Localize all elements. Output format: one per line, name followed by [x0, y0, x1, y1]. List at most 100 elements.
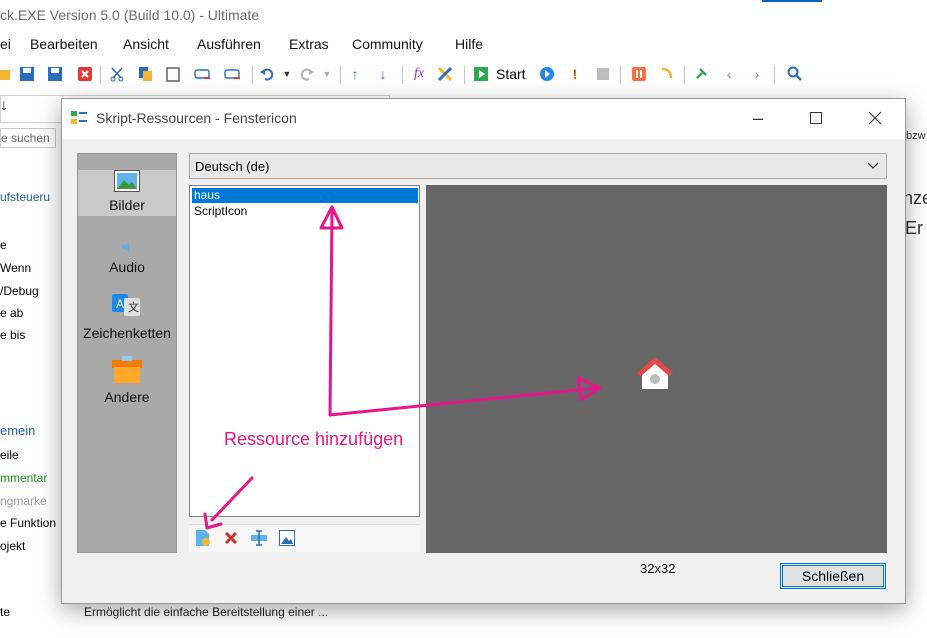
close-icon[interactable]: [860, 107, 890, 129]
translate-icon: A文: [112, 294, 142, 323]
right-fragment: bzw: [906, 130, 926, 142]
language-value: Deutsch (de): [195, 159, 270, 174]
box-icon: [112, 356, 142, 387]
save-icon[interactable]: [18, 65, 36, 83]
search-input[interactable]: e suchen: [0, 128, 56, 148]
category-andere[interactable]: Andere: [78, 356, 176, 405]
resource-toolbar: [189, 524, 420, 552]
maximize-icon[interactable]: [801, 107, 831, 129]
toolbar-separator: [100, 66, 101, 84]
resource-list[interactable]: haus ScriptIcon: [189, 185, 420, 517]
add-resource-icon[interactable]: [194, 529, 212, 547]
swap2-icon[interactable]: [224, 65, 242, 83]
back-icon[interactable]: ‹: [720, 65, 738, 83]
pause-icon[interactable]: [630, 65, 648, 83]
undo-dropdown-icon[interactable]: ▼: [278, 65, 296, 83]
left-item[interactable]: /Debug: [0, 284, 39, 298]
category-bilder[interactable]: Bilder: [78, 170, 176, 216]
app-title: ck.EXE Version 5.0 (Build 10.0) - Ultima…: [0, 7, 260, 23]
menu-bar: ei Bearbeiten Ansicht Ausführen Extras C…: [0, 30, 927, 58]
left-item[interactable]: eile: [0, 448, 19, 462]
left-item[interactable]: ojekt: [0, 539, 25, 553]
left-item[interactable]: mmentar: [0, 471, 47, 485]
category-label: Andere: [104, 389, 150, 405]
category-audio[interactable]: Audio: [78, 240, 176, 280]
menu-community[interactable]: Community: [352, 36, 423, 52]
dialog-title: Skript-Ressourcen - Fenstericon: [96, 110, 297, 126]
swap-icon[interactable]: [194, 65, 212, 83]
language-select[interactable]: Deutsch (de): [189, 153, 887, 179]
dialog-titlebar: Skript-Ressourcen - Fenstericon –: [62, 99, 905, 139]
toolbar-separator: [684, 66, 685, 84]
open-folder-icon[interactable]: [0, 65, 12, 83]
copy-icon[interactable]: [136, 65, 154, 83]
category-sidebar: Bilder Audio A文 Zeichenketten Andere: [77, 153, 177, 553]
run-icon[interactable]: [538, 65, 556, 83]
left-item[interactable]: e ab: [0, 306, 23, 320]
close-file-icon[interactable]: [76, 65, 94, 83]
speaker-icon: [120, 240, 134, 257]
menu-extras[interactable]: Extras: [289, 36, 329, 52]
left-item[interactable]: ufsteueru: [0, 190, 50, 204]
toolbar-separator: [402, 66, 403, 84]
resource-item-scripticon[interactable]: ScriptIcon: [192, 204, 418, 219]
category-zeichenketten[interactable]: A文 Zeichenketten: [78, 294, 176, 341]
rename-resource-icon[interactable]: [250, 529, 268, 547]
toolbar-separator: [620, 66, 621, 84]
resource-item-haus[interactable]: haus: [192, 188, 418, 203]
breakpoint-icon[interactable]: !: [566, 65, 584, 83]
minimize-icon[interactable]: –: [743, 107, 773, 129]
delete-resource-icon[interactable]: [222, 529, 240, 547]
move-down-icon[interactable]: ↓: [374, 65, 392, 83]
redo-icon[interactable]: [298, 65, 316, 83]
left-item[interactable]: e: [0, 238, 7, 252]
start-label[interactable]: Start: [496, 66, 526, 82]
move-up-icon[interactable]: ↑: [346, 65, 364, 83]
close-button[interactable]: Schließen: [780, 563, 886, 589]
save-all-icon[interactable]: [46, 65, 64, 83]
pin-icon[interactable]: [692, 65, 710, 83]
app-titlebar: ck.EXE Version 5.0 (Build 10.0) - Ultima…: [0, 0, 927, 30]
right-fragment: Er: [905, 218, 923, 238]
tools-icon[interactable]: [436, 65, 454, 83]
toolbar-separator: [774, 66, 775, 84]
redo-dropdown-icon[interactable]: ▼: [318, 65, 336, 83]
edit-image-icon[interactable]: [278, 529, 296, 547]
app-window: ck.EXE Version 5.0 (Build 10.0) - Ultima…: [0, 0, 927, 638]
menu-datei[interactable]: ei: [0, 36, 11, 52]
svg-text:A: A: [116, 297, 124, 311]
function-icon[interactable]: fx: [408, 65, 430, 83]
start-icon[interactable]: [472, 65, 490, 83]
menu-ausfuehren[interactable]: Ausführen: [197, 36, 261, 52]
stop-icon[interactable]: [594, 65, 612, 83]
right-fragment: nze: [903, 188, 927, 208]
toolbar-separator: [252, 66, 253, 84]
step-icon[interactable]: [658, 65, 676, 83]
svg-text:文: 文: [128, 300, 139, 314]
undo-icon[interactable]: [258, 65, 276, 83]
image-size-label: 32x32: [640, 561, 676, 576]
forward-icon[interactable]: ›: [748, 65, 766, 83]
menu-ansicht[interactable]: Ansicht: [123, 36, 169, 52]
toolbar-separator: [340, 66, 341, 84]
house-icon: [634, 351, 676, 393]
left-item[interactable]: e bis: [0, 328, 25, 342]
left-section-header: emein: [0, 423, 36, 438]
category-label: Audio: [109, 259, 145, 275]
toolbar-separator: [464, 66, 465, 84]
image-preview: [426, 185, 887, 553]
chevron-down-icon: [866, 158, 880, 172]
left-item[interactable]: Wenn: [0, 261, 31, 275]
cut-icon[interactable]: [108, 65, 126, 83]
category-label: Bilder: [109, 197, 145, 213]
search-icon[interactable]: [786, 65, 804, 83]
left-item[interactable]: ngmarke: [0, 494, 47, 508]
category-label: Zeichenketten: [83, 325, 171, 341]
menu-bearbeiten[interactable]: Bearbeiten: [30, 36, 98, 52]
resources-dialog: Skript-Ressourcen - Fenstericon – Bilder…: [61, 98, 906, 604]
left-item[interactable]: te: [0, 605, 10, 619]
image-icon: [114, 170, 140, 195]
left-item[interactable]: e Funktion: [0, 516, 56, 530]
menu-hilfe[interactable]: Hilfe: [455, 36, 483, 52]
paste-icon[interactable]: [164, 65, 182, 83]
